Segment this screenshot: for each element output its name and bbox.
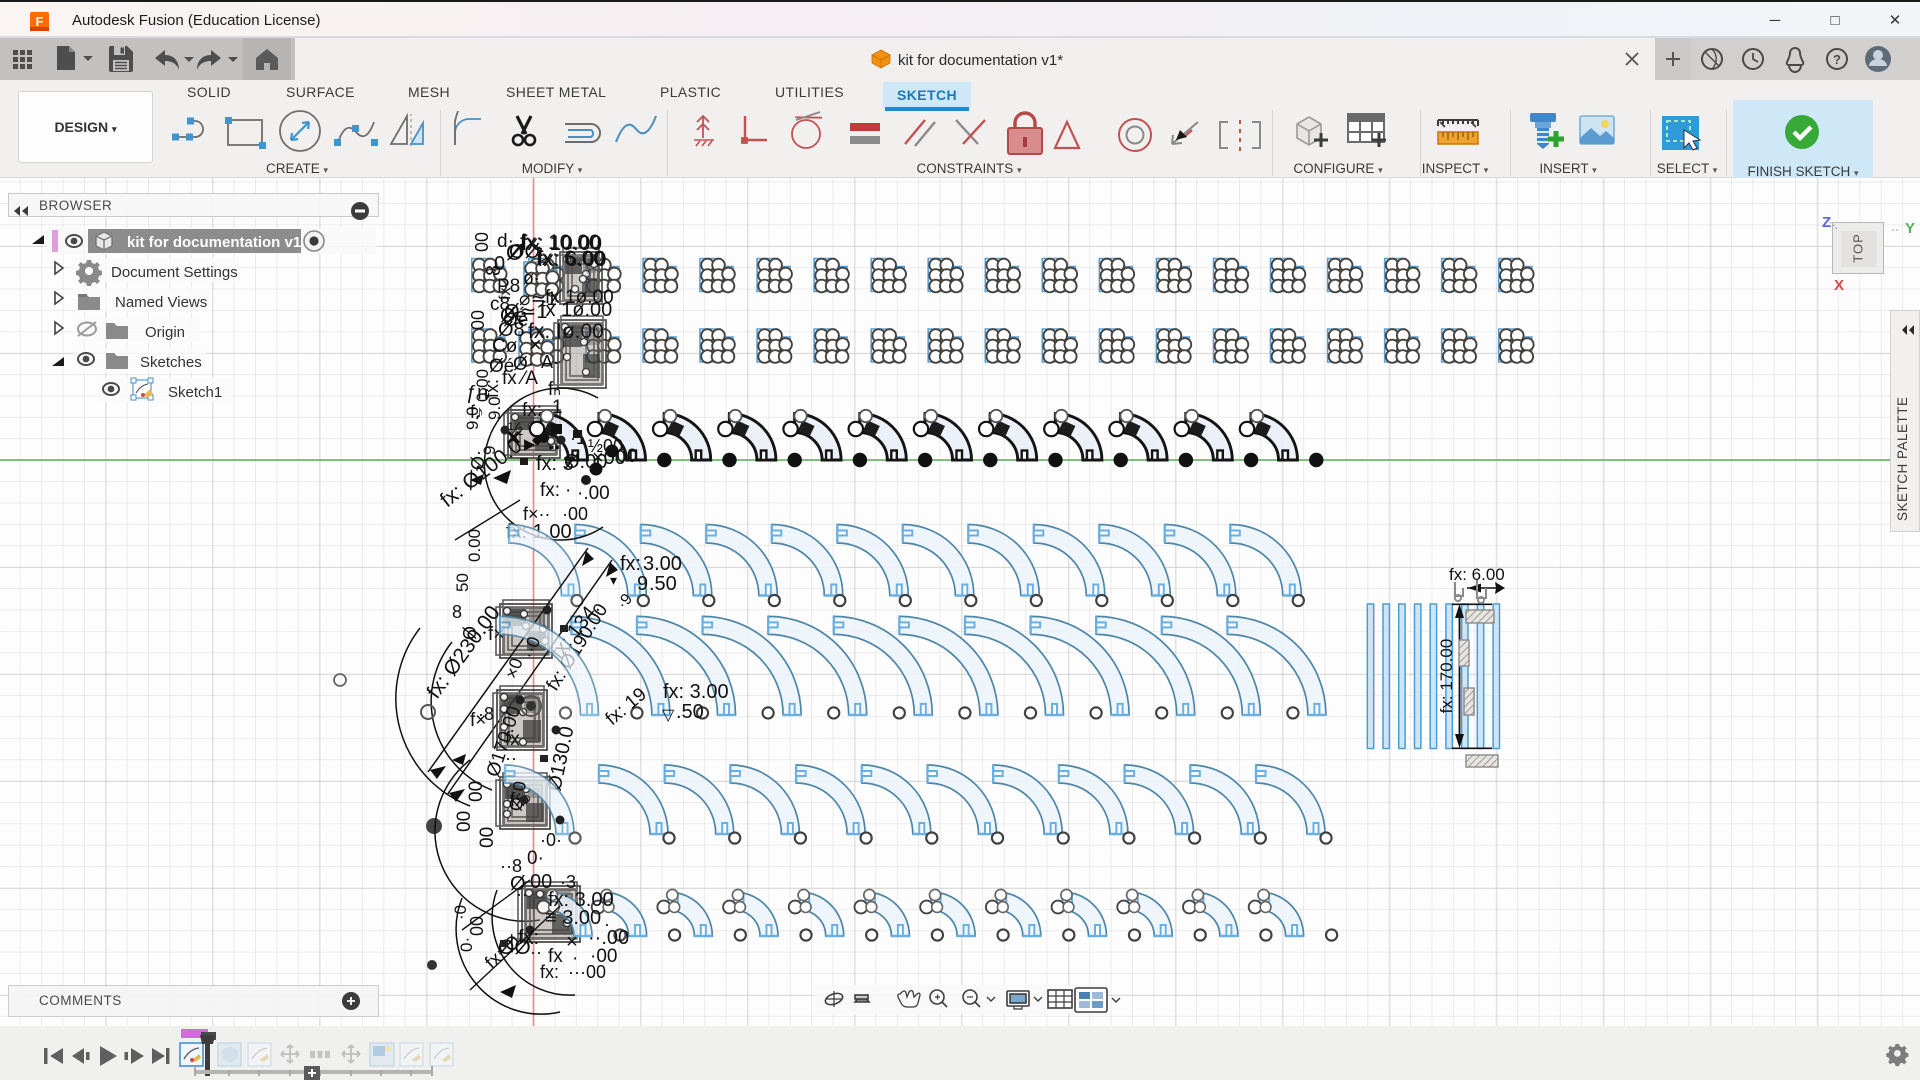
svg-text:00: 00 [472, 232, 492, 252]
svg-text:Sketches: Sketches [140, 354, 202, 371]
svg-text:fx:: fx: [540, 962, 559, 982]
svg-text:·3: ·3 [560, 872, 576, 892]
svg-text:8: 8 [452, 602, 462, 622]
svg-text:Document Settings: Document Settings [111, 264, 238, 281]
svg-text:fx:: fx: [540, 480, 560, 501]
svg-text:Ø·: Ø· [468, 450, 488, 470]
svg-text:.50: .50 [649, 573, 677, 595]
svg-text:kit for documentation v1*: kit for documentation v1* [898, 52, 1063, 69]
svg-text:·.00: ·.00 [577, 483, 610, 504]
svg-text:9: 9 [637, 573, 648, 595]
svg-text:kit for documentation v1: kit for documentation v1 [127, 234, 301, 251]
svg-text:×0: ×0 [501, 655, 527, 681]
svg-text:fx: Ø230.00: fx: Ø230.00 [422, 602, 504, 703]
svg-text:Ø: Ø [460, 626, 480, 640]
svg-text:fx 1ø.00: fx 1ø.00 [545, 287, 614, 308]
svg-text:·0·: ·0· [540, 830, 562, 850]
svg-text:d·: d· [497, 231, 514, 252]
svg-text:fx: fx [497, 288, 514, 300]
svg-text:½: ½ [508, 419, 523, 439]
svg-text:··: ·· [530, 942, 542, 962]
svg-text:00: 00 [468, 310, 488, 330]
svg-text:f♪: f♪ [470, 402, 484, 422]
svg-text:fx: 6.00: fx: 6.00 [538, 248, 607, 271]
svg-text:·0: ·0 [451, 905, 470, 920]
svg-text:.50: .50 [676, 701, 704, 723]
svg-text:X: X [1834, 277, 1844, 294]
svg-text:00: 00 [477, 827, 498, 848]
svg-text:◆: ◆ [532, 431, 543, 447]
svg-text:fx: 3.00: fx: 3.00 [663, 681, 729, 703]
svg-text:50: 50 [453, 573, 472, 592]
svg-text:3.00: 3.00 [643, 553, 682, 575]
svg-text:·00: ·00 [610, 446, 637, 467]
svg-text:···00: ···00 [568, 962, 606, 982]
svg-text:Y: Y [1905, 220, 1915, 237]
svg-text:▽: ▽ [662, 707, 675, 724]
svg-text:fx:: fx: [620, 553, 641, 575]
svg-text:0·: 0· [527, 848, 544, 869]
svg-text:··: ·· [505, 748, 517, 768]
svg-text:≡ 3.00: ≡ 3.00 [545, 907, 601, 929]
svg-text:fx: 170.00: fx: 170.00 [1437, 639, 1456, 714]
svg-text:Sketch1: Sketch1 [168, 384, 222, 401]
svg-text:ø·: ø· [523, 268, 540, 288]
svg-text:Named Views: Named Views [115, 294, 207, 311]
svg-text:Origin: Origin [145, 324, 185, 341]
svg-text:▾: ▾ [610, 572, 617, 588]
svg-text:0.00: 0.00 [465, 529, 484, 562]
svg-text:··: ·· [516, 884, 528, 904]
svg-text:×: × [566, 931, 578, 953]
svg-text:·: · [565, 480, 571, 501]
svg-text:1: 1 [552, 397, 563, 418]
svg-text:00: 00 [466, 781, 487, 802]
svg-text:fx: 19: fx: 19 [602, 684, 651, 730]
svg-text:f×··: f×·· [523, 504, 551, 524]
svg-text:?: ? [1833, 52, 1841, 67]
svg-text:00: 00 [454, 811, 475, 832]
svg-text:··8: ··8 [500, 856, 522, 876]
svg-text:0: 0 [494, 253, 505, 275]
svg-text:·8: ·8 [478, 704, 494, 724]
svg-text:0·: 0· [457, 937, 476, 952]
svg-text:fx:: fx: [522, 400, 542, 421]
svg-text:·: · [604, 914, 610, 934]
svg-text:·00: ·00 [562, 504, 588, 524]
svg-text:Ø·: Ø· [513, 354, 534, 375]
svg-text:A·: A· [541, 352, 559, 372]
